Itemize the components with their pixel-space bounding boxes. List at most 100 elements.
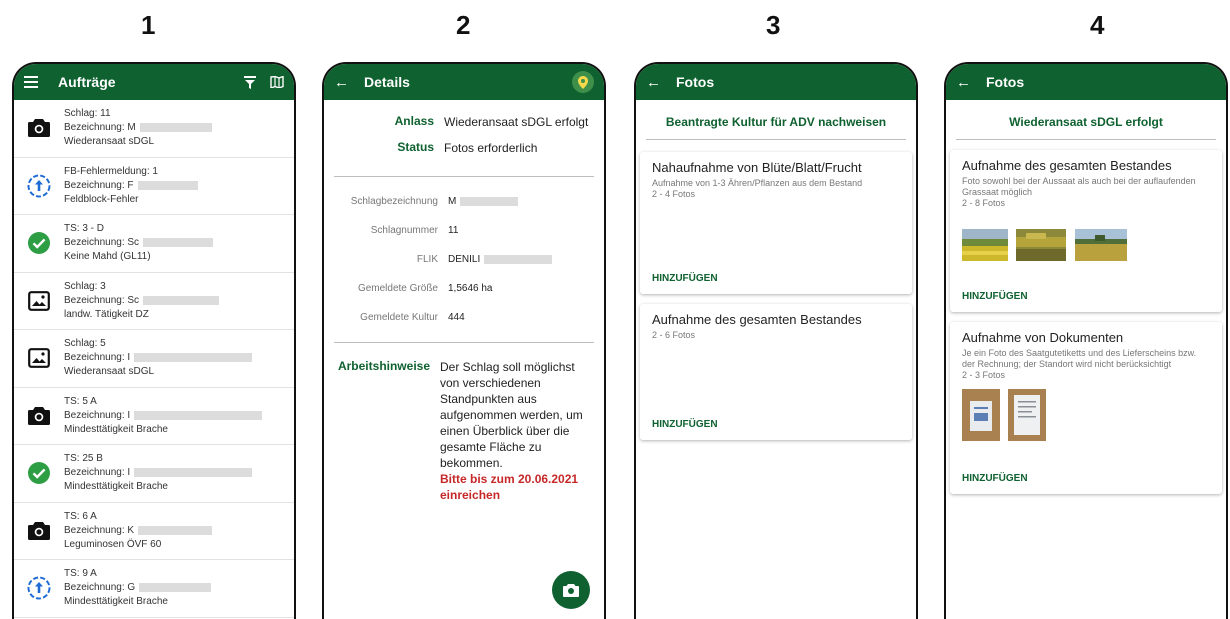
camera-icon — [14, 406, 64, 425]
card-title: Aufnahme von Dokumenten — [962, 330, 1124, 345]
redaction-blur — [137, 180, 198, 190]
item-line-2: Bezeichnung: I — [64, 467, 131, 479]
order-list: Schlag: 11 Bezeichnung: M Wiederansaat sDG… — [14, 100, 294, 618]
image-icon — [14, 290, 64, 311]
status-value: Fotos erforderlich — [444, 141, 538, 155]
phone-orders: Aufträge Schlag: 11 Bezeichnung: M Wiedera… — [12, 62, 296, 619]
field-label: Schlagbezeichnung — [350, 196, 438, 207]
app-bar: ← Fotos — [946, 64, 1226, 100]
photo-thumbnail[interactable] — [1016, 229, 1067, 266]
photo-card: Aufnahme von Dokumenten Je ein Foto des … — [950, 322, 1222, 494]
list-item[interactable]: TS: 9 A Bezeichnung: G Mindesttätigkeit Br… — [14, 560, 294, 618]
hint-label: Arbeitshinweise — [337, 359, 430, 373]
detail-field-row: Schlagbezeichnung M — [324, 187, 604, 216]
list-item[interactable]: Schlag: 5 Bezeichnung: I Wiederansaat sDGL — [14, 330, 294, 388]
map-icon[interactable] — [270, 76, 284, 88]
anlass-label: Anlass — [394, 114, 434, 128]
camera-fab-button[interactable] — [552, 571, 590, 609]
item-line-2: Bezeichnung: K — [64, 524, 135, 536]
item-line-3: Wiederansaat sDGL — [64, 366, 155, 378]
item-line-2: Bezeichnung: Sc — [64, 237, 140, 249]
card-title: Aufnahme des gesamten Bestandes — [652, 312, 862, 327]
photo-thumbnail[interactable] — [1074, 229, 1127, 266]
field-label: Gemeldete Kultur — [360, 312, 438, 323]
list-item[interactable]: TS: 25 B Bezeichnung: I Mindesttätigkeit B… — [14, 445, 294, 503]
card-count: 2 - 6 Fotos — [652, 330, 696, 340]
detail-fields: Schlagbezeichnung M Schlagnummer 11 FLIK DENI… — [324, 187, 604, 332]
photo-thumbnails — [962, 229, 1210, 266]
add-photo-button[interactable]: HINZUFÜGEN — [652, 419, 718, 430]
back-arrow-icon[interactable]: ← — [334, 74, 354, 91]
location-pin-icon[interactable] — [572, 71, 594, 93]
photo-card: Aufnahme des gesamten Bestandes 2 - 6 Fo… — [640, 304, 912, 440]
redaction-blur — [484, 254, 553, 264]
page-title: Aufträge — [58, 74, 116, 90]
list-item[interactable]: FB-Fehlermeldung: 1 Bezeichnung: F Feldblo… — [14, 158, 294, 215]
item-line-2: Bezeichnung: I — [64, 352, 131, 364]
item-line-3: Mindesttätigkeit Brache — [64, 423, 168, 435]
detail-field-row: Gemeldete Kultur 444 — [324, 303, 604, 332]
list-item[interactable]: TS: 6 A Bezeichnung: K Leguminosen ÖVF 60 — [14, 503, 294, 560]
redaction-blur — [138, 525, 213, 535]
upload-circle-icon — [14, 576, 64, 600]
detail-field-row: FLIK DENILI — [324, 245, 604, 274]
list-item[interactable]: TS: 5 A Bezeichnung: I Mindesttätigkeit Br… — [14, 388, 294, 445]
menu-icon[interactable] — [24, 76, 38, 88]
list-item[interactable]: TS: 3 - D Bezeichnung: Sc Keine Mahd (GL11… — [14, 215, 294, 273]
detail-field-row: Schlagnummer 11 — [324, 216, 604, 245]
hint-warning: Bitte bis zum 20.06.2021 einreichen — [440, 472, 579, 502]
back-arrow-icon[interactable]: ← — [646, 74, 666, 91]
camera-icon — [14, 119, 64, 138]
item-line-3: Leguminosen ÖVF 60 — [64, 538, 162, 550]
photo-card: Aufnahme des gesamten Bestandes Foto sow… — [950, 150, 1222, 312]
upload-circle-icon — [14, 174, 64, 198]
screen-number-4: 4 — [1090, 10, 1105, 40]
card-count: 2 - 8 Fotos — [962, 198, 1006, 208]
back-arrow-icon[interactable]: ← — [956, 74, 976, 91]
item-line-2: Bezeichnung: I — [64, 409, 131, 421]
anlass-value: Wiederansaat sDGL erfolgt — [444, 115, 589, 129]
photo-thumbnail[interactable] — [1008, 389, 1047, 446]
card-title: Nahaufnahme von Blüte/Blatt/Frucht — [652, 160, 862, 175]
screen-number-1: 1 — [141, 10, 156, 40]
card-count: 2 - 4 Fotos — [652, 189, 696, 199]
detail-field-row: Gemeldete Größe 1,5646 ha — [324, 274, 604, 303]
app-bar: ← Details — [324, 64, 604, 100]
phone-details: ← Details Anlass Wiederansaat sDGL erfol… — [322, 62, 606, 619]
section-heading: Wiederansaat sDGL erfolgt — [1009, 115, 1163, 129]
check-circle-icon — [14, 231, 64, 255]
photo-thumbnail[interactable] — [962, 389, 1000, 446]
redaction-blur — [139, 583, 212, 593]
item-line-1: TS: 5 A — [64, 395, 97, 407]
anlass-row: Anlass Wiederansaat sDGL erfolgt — [324, 114, 604, 130]
redaction-blur — [134, 468, 253, 478]
item-line-1: TS: 3 - D — [64, 223, 105, 235]
add-photo-button[interactable]: HINZUFÜGEN — [962, 473, 1028, 484]
status-row: Status Fotos erforderlich — [324, 140, 604, 156]
item-line-3: Keine Mahd (GL11) — [64, 251, 151, 263]
field-value: 11 — [448, 225, 459, 236]
filter-icon[interactable] — [244, 75, 256, 89]
photo-thumbnail[interactable] — [962, 229, 1008, 266]
item-line-1: TS: 25 B — [64, 453, 103, 465]
field-value: DENILI — [448, 254, 481, 265]
add-photo-button[interactable]: HINZUFÜGEN — [962, 291, 1028, 302]
item-line-2: Bezeichnung: G — [64, 582, 136, 594]
item-line-3: Wiederansaat sDGL — [64, 136, 155, 148]
field-label: FLIK — [416, 254, 438, 265]
field-label: Gemeldete Größe — [357, 283, 438, 294]
add-photo-button[interactable]: HINZUFÜGEN — [652, 273, 718, 284]
list-item[interactable]: Schlag: 3 Bezeichnung: Sc landw. Tätigkeit… — [14, 273, 294, 330]
field-label: Schlagnummer — [370, 225, 438, 236]
card-description: Je ein Foto des Saatgutetiketts und des … — [962, 348, 1197, 369]
list-item[interactable]: Schlag: 11 Bezeichnung: M Wiederansaat sDG… — [14, 100, 294, 158]
item-line-1: FB-Fehlermeldung: 1 — [64, 165, 158, 177]
item-line-1: Schlag: 5 — [64, 338, 106, 350]
item-line-1: TS: 6 A — [64, 510, 97, 522]
card-title: Aufnahme des gesamten Bestandes — [962, 158, 1172, 173]
field-value: 1,5646 ha — [448, 283, 493, 294]
screen-number-2: 2 — [456, 10, 471, 40]
camera-icon — [563, 583, 579, 597]
redaction-blur — [134, 410, 263, 420]
item-line-3: Mindesttätigkeit Brache — [64, 481, 168, 493]
